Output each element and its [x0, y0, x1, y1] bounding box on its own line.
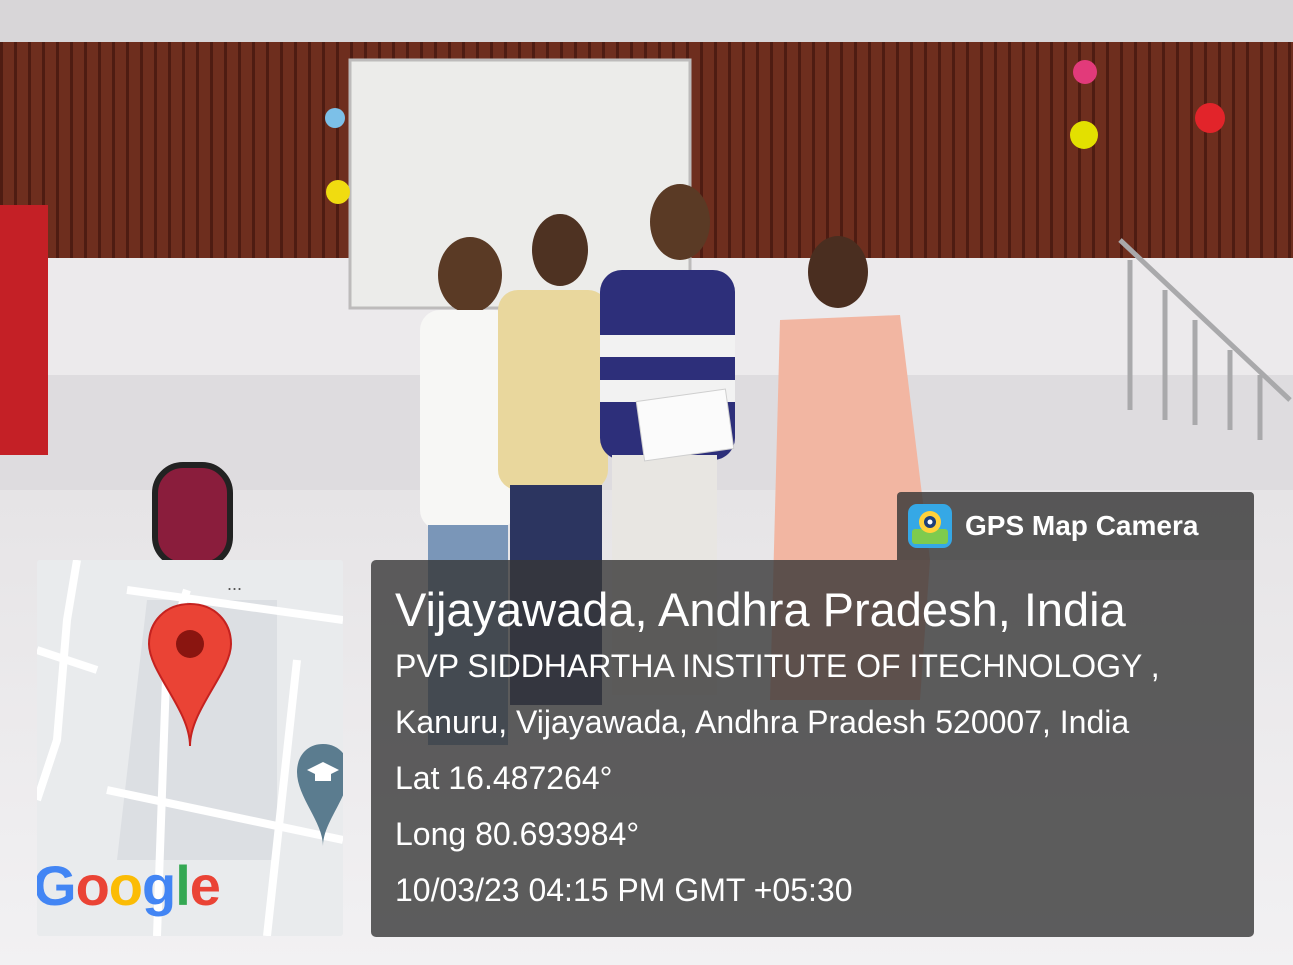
- timestamp: 10/03/23 04:15 PM GMT +05:30: [395, 872, 853, 908]
- map-thumbnail: ... Google: [37, 560, 343, 936]
- address-line-2: Kanuru, Vijayawada, Andhra Pradesh 52000…: [395, 704, 1130, 740]
- location-title: Vijayawada, Andhra Pradesh, India: [395, 583, 1126, 636]
- gps-map-camera-icon: [908, 504, 952, 548]
- google-logo: Google: [37, 854, 221, 917]
- longitude: Long 80.693984°: [395, 816, 640, 852]
- gps-map-camera-badge: GPS Map Camera: [897, 492, 1254, 560]
- graduation-cap-icon: [297, 744, 343, 846]
- address-line-1: PVP SIDDHARTHA INSTITUTE OF ITECHNOLOGY …: [395, 648, 1160, 684]
- app-label: GPS Map Camera: [965, 510, 1199, 541]
- latitude: Lat 16.487264°: [395, 760, 613, 796]
- svg-text:...: ...: [227, 574, 242, 594]
- location-pin-icon: [147, 602, 233, 747]
- geotagged-photo: GPS Map Camera ... Google Vijayawada, An…: [0, 0, 1293, 965]
- location-info-panel: Vijayawada, Andhra Pradesh, India PVP SI…: [371, 560, 1254, 937]
